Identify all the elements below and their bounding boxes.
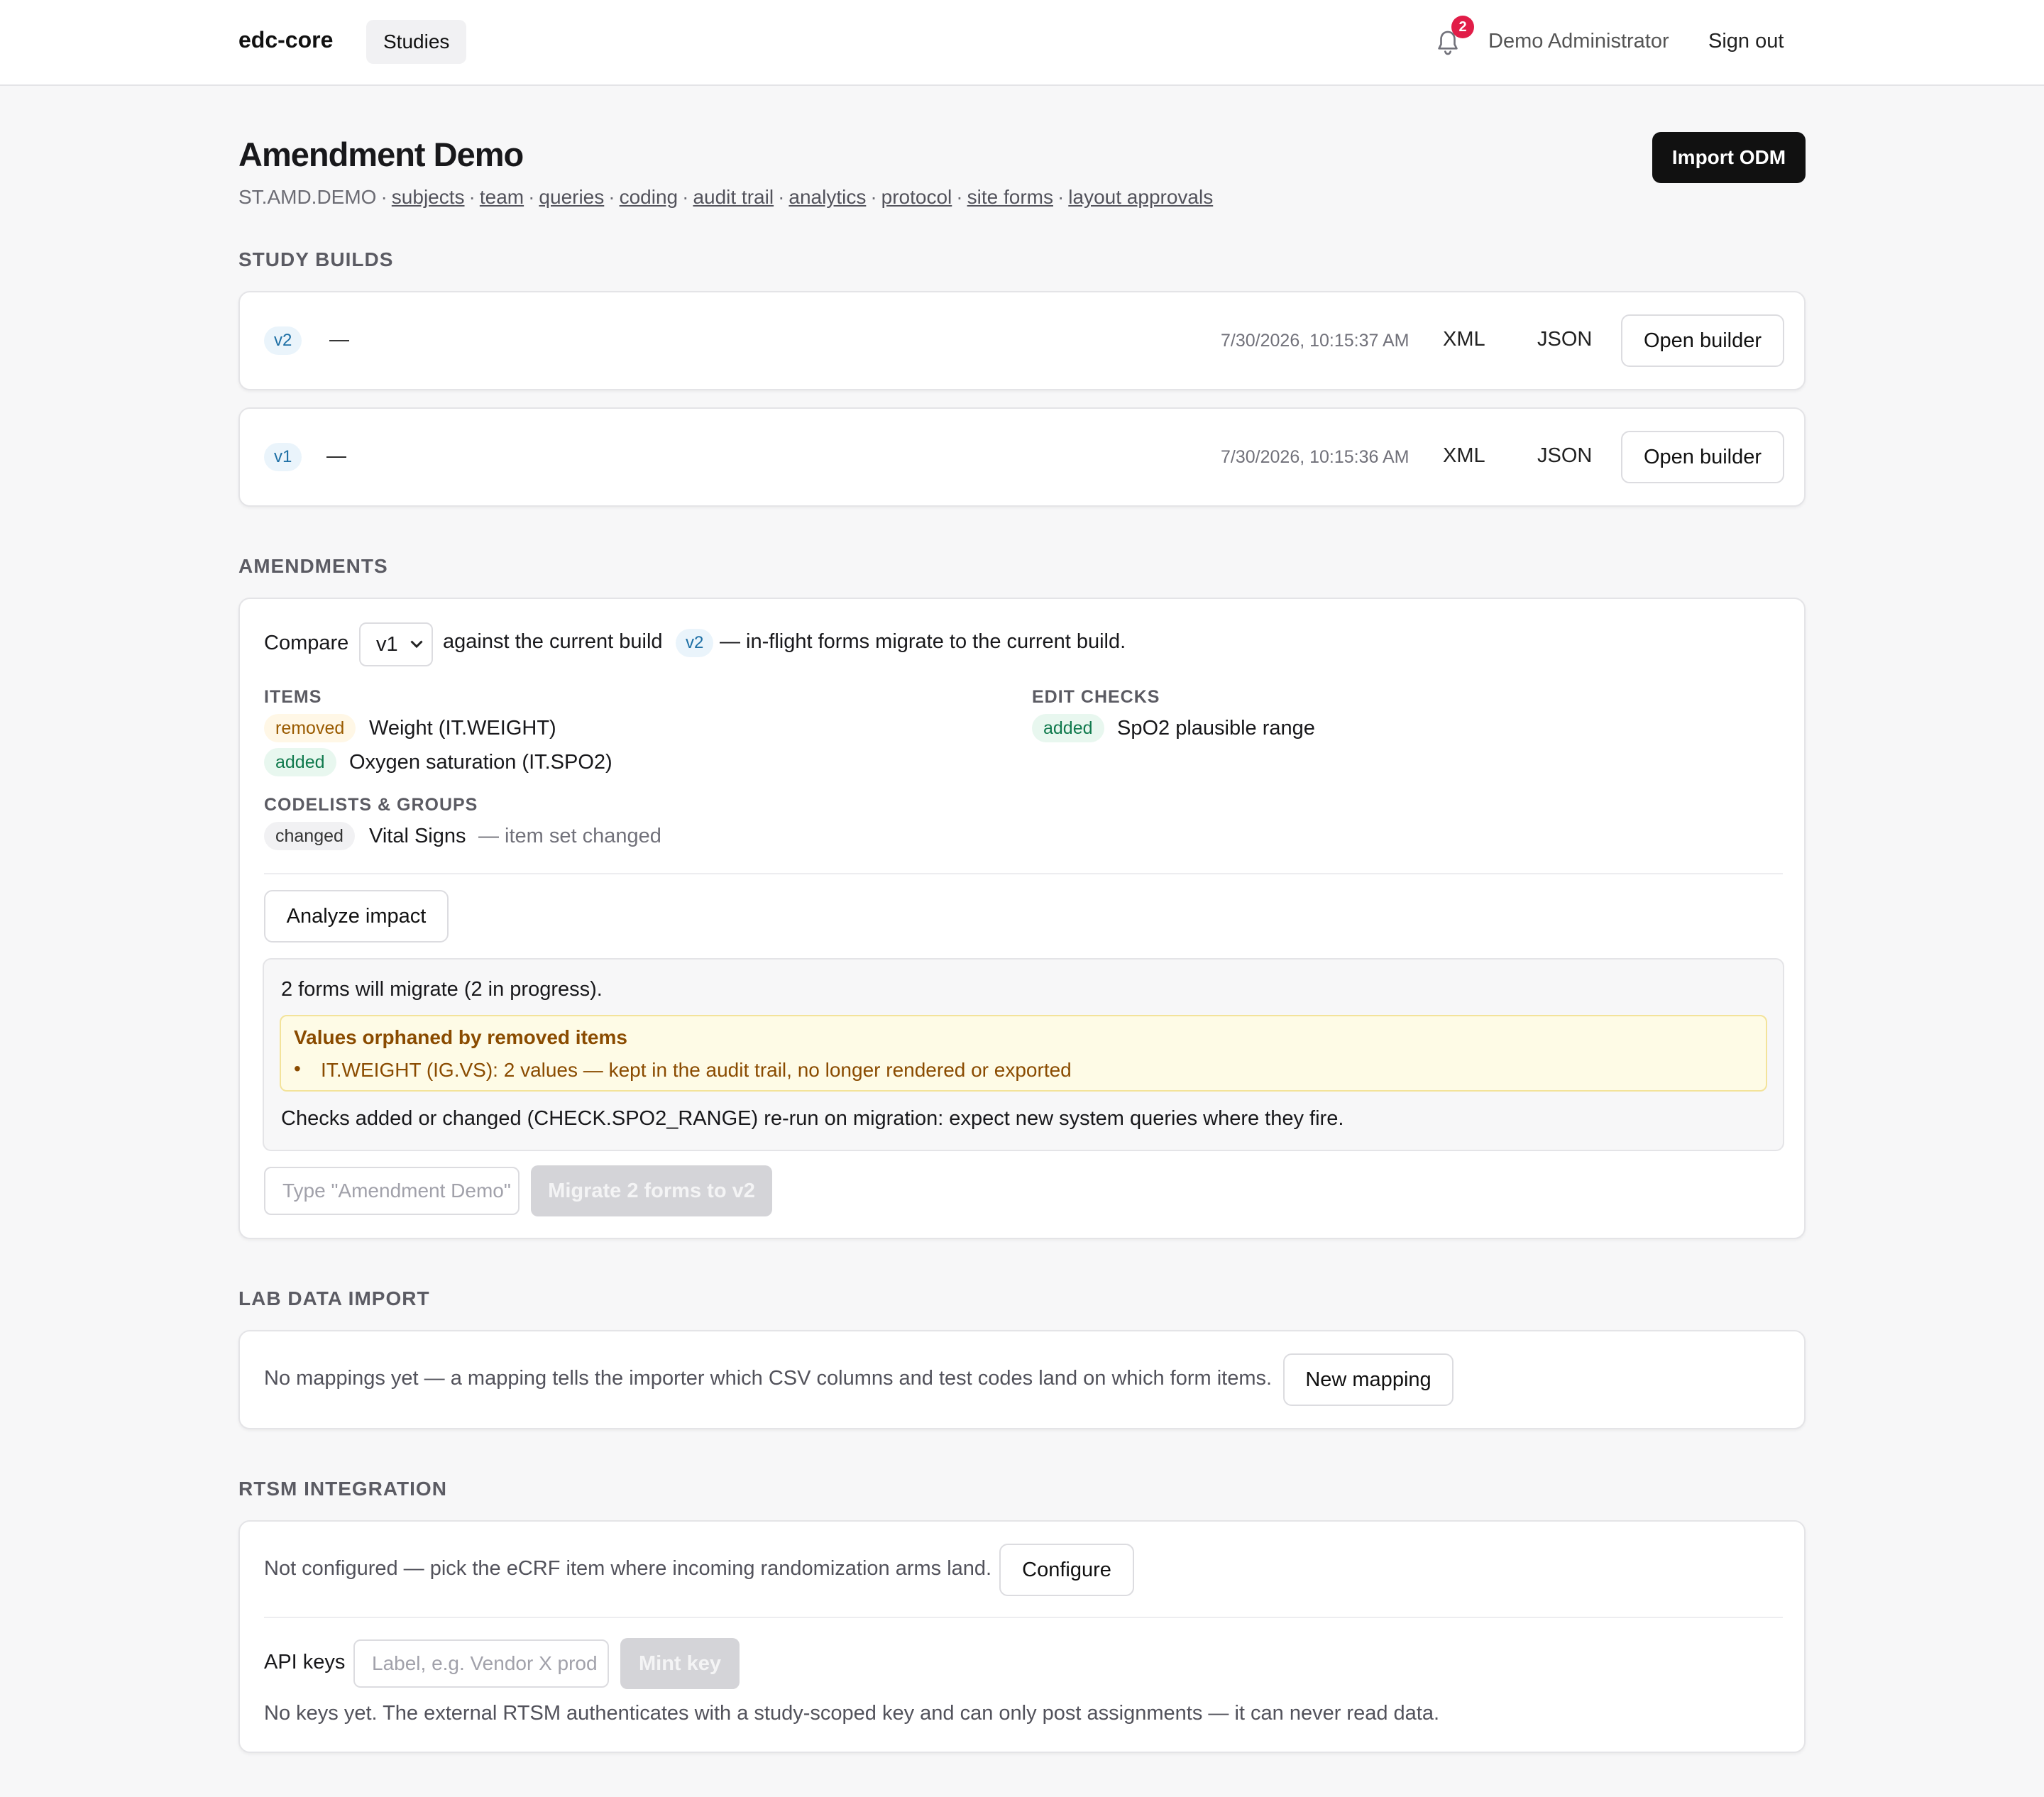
chevron-down-icon: [410, 640, 423, 649]
compare-selected-value: v1: [376, 633, 398, 656]
impact-summary: 2 forms will migrate (2 in progress).: [281, 978, 603, 1001]
codelist-change-note: — item set changed: [478, 825, 661, 847]
build-card-v2: v2 — 7/30/2026, 10:15:37 AM XML JSON Ope…: [238, 291, 1806, 390]
page-title: Amendment Demo: [238, 136, 524, 173]
xml-download-link[interactable]: XML: [1443, 444, 1485, 468]
json-download-link[interactable]: JSON: [1537, 444, 1592, 468]
xml-download-link[interactable]: XML: [1443, 328, 1485, 351]
link-audit-trail[interactable]: audit trail: [693, 186, 774, 208]
lab-import-heading: LAB DATA IMPORT: [238, 1287, 430, 1309]
item-change-text: Weight (IT.WEIGHT): [369, 717, 556, 740]
nav-studies[interactable]: Studies: [366, 20, 467, 64]
version-badge: v2: [264, 326, 302, 355]
no-keys-text: No keys yet. The external RTSM authentic…: [264, 1702, 1440, 1725]
brand-logo[interactable]: edc-core: [238, 27, 333, 53]
study-subnav: ST.AMD.DEMO · subjects · team · queries · coding…: [238, 186, 1214, 208]
rtsm-status-text: Not configured — pick the eCRF item wher…: [264, 1557, 992, 1580]
user-name: Demo Administrator: [1488, 30, 1669, 53]
rtsm-heading: RTSM INTEGRATION: [238, 1478, 447, 1500]
link-protocol[interactable]: protocol: [881, 186, 952, 208]
rtsm-card: Not configured — pick the eCRF item wher…: [238, 1520, 1806, 1753]
mint-key-button[interactable]: Mint key: [620, 1638, 740, 1689]
link-coding[interactable]: coding: [620, 186, 678, 208]
configure-button[interactable]: Configure: [999, 1544, 1134, 1596]
link-subjects[interactable]: subjects: [392, 186, 465, 208]
analyze-impact-button[interactable]: Analyze impact: [264, 890, 449, 943]
codelist-change-text: Vital Signs: [369, 825, 466, 847]
sign-out-link[interactable]: Sign out: [1708, 30, 1784, 53]
divider: [264, 1617, 1783, 1618]
tag-removed: removed: [264, 714, 356, 742]
build-description: —: [326, 444, 346, 466]
study-code: ST.AMD.DEMO: [238, 186, 377, 208]
build-timestamp: 7/30/2026, 10:15:36 AM: [1221, 447, 1410, 467]
link-site-forms[interactable]: site forms: [967, 186, 1053, 208]
amendments-card: Compare v1 against the current build v2 …: [238, 598, 1806, 1239]
build-timestamp: 7/30/2026, 10:15:37 AM: [1221, 331, 1410, 351]
edit-check-text: SpO2 plausible range: [1117, 717, 1315, 740]
compare-version-select[interactable]: v1: [359, 622, 433, 666]
impact-panel: 2 forms will migrate (2 in progress). Va…: [263, 958, 1784, 1151]
bullet-icon: •: [294, 1057, 301, 1079]
new-mapping-button[interactable]: New mapping: [1283, 1353, 1454, 1406]
build-card-v1: v1 — 7/30/2026, 10:15:36 AM XML JSON Ope…: [238, 407, 1806, 507]
lab-import-text: No mappings yet — a mapping tells the im…: [264, 1367, 1273, 1390]
confirm-study-name-input[interactable]: Type "Amendment Demo": [264, 1167, 520, 1215]
checks-note: Checks added or changed (CHECK.SPO2_RANG…: [281, 1107, 1344, 1130]
lab-import-card: No mappings yet — a mapping tells the im…: [238, 1330, 1806, 1429]
compare-label: Compare: [264, 632, 349, 654]
tag-added: added: [1032, 714, 1104, 742]
version-badge: v1: [264, 443, 302, 471]
link-queries[interactable]: queries: [539, 186, 604, 208]
amendments-heading: AMENDMENTS: [238, 555, 388, 577]
orphaned-values-warning: Values orphaned by removed items • IT.WE…: [280, 1015, 1767, 1092]
item-change-text: Oxygen saturation (IT.SPO2): [349, 751, 612, 774]
top-navbar: edc-core Studies 2 Demo Administrator Si…: [0, 0, 2044, 86]
warning-title: Values orphaned by removed items: [294, 1026, 627, 1048]
migrate-forms-button[interactable]: Migrate 2 forms to v2: [531, 1165, 772, 1216]
study-builds-heading: STUDY BUILDS: [238, 248, 394, 270]
divider: [264, 873, 1783, 874]
link-analytics[interactable]: analytics: [789, 186, 866, 208]
edit-checks-heading: EDIT CHECKS: [1032, 687, 1160, 707]
tag-changed: changed: [264, 822, 355, 850]
link-team[interactable]: team: [480, 186, 524, 208]
against-text: against the current build: [443, 630, 663, 653]
build-description: —: [329, 328, 349, 350]
link-layout-approvals[interactable]: layout approvals: [1068, 186, 1213, 208]
api-key-label-input[interactable]: Label, e.g. Vendor X prod: [353, 1639, 609, 1688]
api-keys-label: API keys: [264, 1651, 346, 1674]
migrate-note: — in-flight forms migrate to the current…: [720, 630, 1126, 653]
open-builder-button[interactable]: Open builder: [1621, 314, 1784, 367]
current-build-badge: v2: [676, 629, 714, 657]
warning-item: IT.WEIGHT (IG.VS): 2 values — kept in th…: [321, 1059, 1072, 1081]
tag-added: added: [264, 748, 336, 776]
codelists-heading: CODELISTS & GROUPS: [264, 795, 478, 815]
open-builder-button[interactable]: Open builder: [1621, 431, 1784, 483]
items-heading: ITEMS: [264, 687, 322, 707]
json-download-link[interactable]: JSON: [1537, 328, 1592, 351]
import-odm-button[interactable]: Import ODM: [1652, 132, 1806, 183]
notification-badge: 2: [1451, 16, 1474, 38]
